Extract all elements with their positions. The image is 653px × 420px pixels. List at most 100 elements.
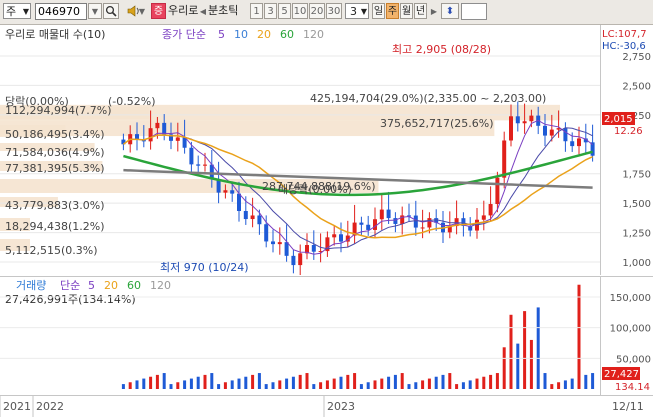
market-select[interactable]: 주 ▼ (3, 3, 31, 19)
jeung-badge[interactable]: 증 (151, 3, 166, 19)
volume-bar (353, 373, 357, 389)
ma-period-10: 10 (234, 28, 248, 41)
volume-bar (591, 373, 595, 389)
candle-body (570, 141, 575, 147)
volume-bar (434, 376, 438, 389)
volume-bar (189, 378, 193, 389)
volume-bar (271, 382, 275, 389)
candle-body (359, 222, 364, 225)
interval-10[interactable]: 10 (292, 3, 308, 19)
volume-bar (210, 373, 214, 389)
candle-body (529, 115, 534, 122)
volume-bar (509, 314, 513, 389)
candle-body (339, 234, 343, 242)
interval-select-value: 3 (350, 5, 357, 18)
volume-bar (577, 284, 581, 389)
volume-bar (570, 378, 574, 389)
volume-chart[interactable]: 거래량 단순 5 20 60 120 27,426,991주(134.14%) (0, 277, 600, 396)
volume-bar (223, 382, 227, 389)
volume-ma-label: 단순 (60, 279, 80, 292)
candle-body (522, 121, 527, 124)
candle-body (427, 218, 432, 228)
ma-label: 종가 단순 (162, 28, 206, 41)
period-week[interactable]: 주 (386, 3, 399, 19)
volume-bar (359, 384, 363, 389)
period-day[interactable]: 일 (372, 3, 385, 19)
volume-bar (495, 373, 499, 389)
candle-body (379, 209, 384, 220)
x-axis-svg: 2021 2022 2023 12/11 (0, 396, 644, 417)
price-panel[interactable]: 우리로 매물대 수(10) 종가 단순 5 10 20 60 120 최고 2,905 (08… (0, 25, 600, 276)
interval-select[interactable]: 3 ▼ (345, 3, 369, 19)
next-arrow-icon[interactable]: ▶ (429, 3, 439, 19)
volume-bar (584, 374, 588, 389)
candle-body (549, 129, 554, 136)
volume-bar (155, 374, 159, 389)
volume-bar (489, 374, 493, 389)
interval-3[interactable]: 3 (264, 3, 277, 19)
volume-bar (414, 382, 418, 389)
ma-period-20: 20 (257, 28, 271, 41)
volume-bar (305, 373, 309, 389)
volume-bar (346, 374, 350, 389)
candle-body (291, 255, 296, 266)
volume-bar (312, 384, 316, 389)
interval-1[interactable]: 1 (250, 3, 263, 19)
candle-body (223, 190, 228, 193)
code-dropdown-button[interactable]: ▼ (88, 3, 102, 19)
period-year[interactable]: 년 (414, 3, 427, 19)
volume-bar (373, 380, 377, 389)
hc-label: HC:-30,6 (602, 41, 646, 52)
volume-axis: 150,000 100,000 50,000 27,427 134.14 (600, 276, 653, 396)
candle-body (332, 234, 337, 238)
current-pct: 12.26 (614, 126, 643, 137)
profile-label: 375,652,717(25.6%) (380, 117, 494, 130)
volume-bar (285, 378, 289, 389)
search-button[interactable] (103, 3, 119, 19)
price-axis: 2,750 2,500 2,250 1,750 1,500 1,250 1,000 LC:10… (600, 25, 653, 275)
candle-body (543, 125, 547, 136)
volume-bar (264, 384, 268, 389)
low-label: 최저 970 (10/24) (160, 261, 249, 274)
volume-bar (523, 311, 527, 389)
volume-bar (183, 380, 187, 389)
ma-period-120: 120 (303, 28, 324, 41)
volume-title: 거래량 (16, 279, 46, 292)
ma-period-60: 60 (280, 28, 294, 41)
candle-body (502, 140, 507, 178)
candle-body (148, 128, 153, 142)
volume-bar (502, 347, 506, 389)
stock-code-input[interactable] (35, 3, 87, 20)
interval-20[interactable]: 20 (309, 3, 325, 19)
price-tick-label: 1,250 (622, 229, 651, 240)
volume-bar (142, 378, 146, 389)
volume-bar (387, 376, 391, 389)
prev-arrow-icon[interactable]: ◀ (198, 3, 208, 19)
volume-bar (257, 373, 261, 389)
volume-ma-5: 5 (88, 279, 95, 292)
profile-label: 425,194,704(29.0%)(2,335.00 ~ 2,203.00) (310, 92, 546, 105)
annotation: 배당락(0.00%) (278, 183, 352, 196)
candle-body (386, 209, 391, 219)
period-month[interactable]: 월 (400, 3, 413, 19)
annotation: (-0.52%) (108, 95, 156, 108)
current-price: 2,015 (604, 114, 633, 125)
profile-label: 71,584,036(4.9%) (5, 146, 105, 159)
interval-5[interactable]: 5 (278, 3, 291, 19)
volume-bar (468, 380, 472, 389)
speaker-button[interactable]: ▼ (120, 3, 148, 19)
volume-bar (448, 373, 452, 389)
volume-ma-20: 20 (104, 279, 118, 292)
price-chart[interactable]: 우리로 매물대 수(10) 종가 단순 5 10 20 60 120 최고 2,905 (08… (0, 25, 600, 276)
annotation: 당락(0.00%) (5, 95, 69, 108)
price-title: 우리로 매물대 수(10) (5, 28, 105, 41)
volume-panel[interactable]: 거래량 단순 5 20 60 120 27,426,991주(134.14%) (0, 276, 600, 396)
company-name: 우리로 (168, 4, 198, 17)
interval-30[interactable]: 30 (326, 3, 342, 19)
volume-bar (121, 384, 125, 389)
tick-label: 분초틱 (208, 4, 239, 17)
blank-field[interactable] (461, 3, 487, 20)
volume-bar (332, 378, 336, 389)
volume-bar (176, 382, 180, 389)
updown-arrows-icon[interactable]: ⬍ (441, 3, 459, 19)
